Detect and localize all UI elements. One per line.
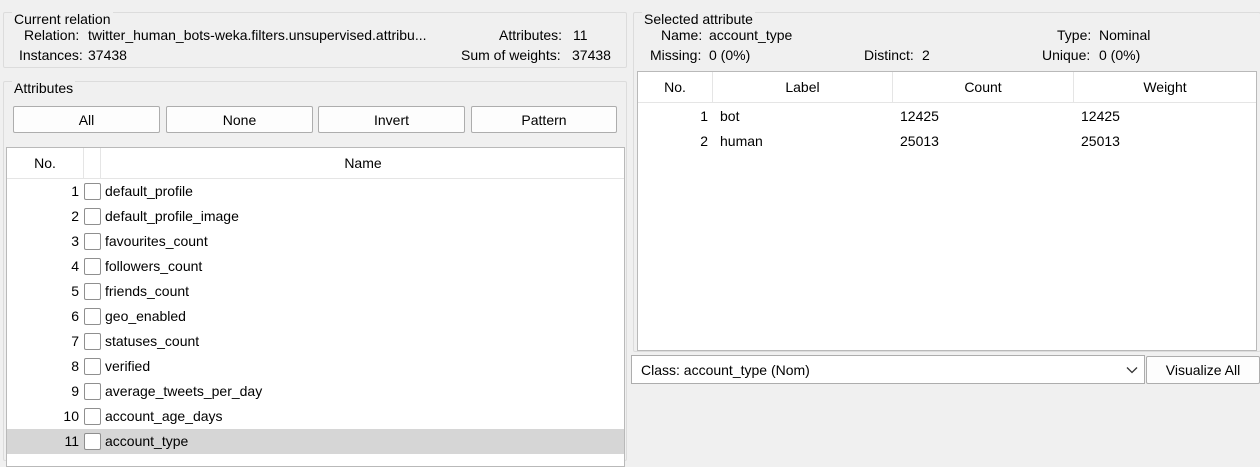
attributes-table-header: No. Name	[7, 148, 624, 179]
table-row[interactable]: 4 followers_count	[7, 254, 624, 279]
row-number: 6	[71, 308, 79, 324]
attr-type-value: Nominal	[1099, 27, 1151, 43]
instances-value: 37438	[88, 47, 127, 63]
column-header-label[interactable]: Label	[713, 72, 893, 103]
row-number: 10	[63, 408, 79, 424]
column-header-name[interactable]: Name	[101, 148, 625, 179]
class-selector-value: Class: account_type (Nom)	[641, 362, 810, 378]
attr-name-label: Name:	[661, 27, 703, 43]
row-number: 3	[71, 233, 79, 249]
select-none-button[interactable]: None	[166, 106, 313, 133]
row-number: 2	[700, 133, 708, 149]
table-row[interactable]: 6 geo_enabled	[7, 304, 624, 329]
class-selector[interactable]: Class: account_type (Nom)	[631, 355, 1145, 384]
attribute-name: account_type	[105, 433, 189, 449]
attribute-checkbox[interactable]	[84, 283, 101, 300]
table-row[interactable]: 8 verified	[7, 354, 624, 379]
row-number: 2	[71, 208, 79, 224]
table-row[interactable]: 5 friends_count	[7, 279, 624, 304]
attr-missing-value: 0 (0%)	[709, 47, 751, 63]
relation-value: twitter_human_bots-weka.filters.unsuperv…	[88, 27, 427, 43]
table-row[interactable]: 3 favourites_count	[7, 229, 624, 254]
row-number: 1	[700, 108, 708, 124]
attribute-name: favourites_count	[105, 233, 208, 249]
instances-label: Instances:	[19, 47, 83, 63]
count-cell: 25013	[900, 133, 939, 149]
attribute-name: statuses_count	[105, 333, 200, 349]
attribute-name: average_tweets_per_day	[105, 383, 263, 399]
label-cell: bot	[720, 108, 740, 124]
row-number: 4	[71, 258, 79, 274]
table-row[interactable]: 9 average_tweets_per_day	[7, 379, 624, 404]
column-header-no[interactable]: No.	[7, 148, 84, 179]
attr-distinct-value: 2	[922, 47, 930, 63]
label-cell: human	[720, 133, 763, 149]
attr-type-label: Type:	[1057, 27, 1092, 43]
attribute-name: account_age_days	[105, 408, 223, 424]
attribute-checkbox[interactable]	[84, 383, 101, 400]
row-number: 7	[71, 333, 79, 349]
table-row[interactable]: 1 bot 12425 12425	[638, 104, 1256, 129]
row-number: 1	[71, 183, 79, 199]
attribute-checkbox[interactable]	[84, 433, 101, 450]
attribute-checkbox[interactable]	[84, 258, 101, 275]
attribute-name: followers_count	[105, 258, 203, 274]
row-number: 5	[71, 283, 79, 299]
column-header-count[interactable]: Count	[893, 72, 1074, 103]
attr-missing-label: Missing:	[650, 47, 702, 63]
attribute-checkbox[interactable]	[84, 408, 101, 425]
relation-label: Relation:	[24, 27, 80, 43]
attribute-name: default_profile	[105, 183, 193, 199]
label-stats-header: No. Label Count Weight	[638, 72, 1256, 103]
attr-unique-label: Unique:	[1042, 47, 1091, 63]
attr-unique-value: 0 (0%)	[1099, 47, 1141, 63]
attribute-checkbox[interactable]	[84, 183, 101, 200]
attribute-name: friends_count	[105, 283, 190, 299]
current-relation-title: Current relation	[12, 11, 113, 27]
table-row[interactable]: 1 default_profile	[7, 179, 624, 204]
sum-weights-label: Sum of weights:	[461, 47, 561, 63]
count-cell: 12425	[900, 108, 939, 124]
attribute-name: verified	[105, 358, 151, 374]
column-header-weight[interactable]: Weight	[1074, 72, 1256, 103]
pattern-button[interactable]: Pattern	[471, 106, 617, 133]
attr-distinct-label: Distinct:	[864, 47, 914, 63]
row-number: 8	[71, 358, 79, 374]
chevron-down-icon	[1126, 367, 1138, 374]
table-row[interactable]: 2 default_profile_image	[7, 204, 624, 229]
table-row[interactable]: 10 account_age_days	[7, 404, 624, 429]
attributes-count-value: 11	[573, 27, 588, 43]
table-row[interactable]: 7 statuses_count	[7, 329, 624, 354]
row-number: 11	[64, 433, 79, 449]
invert-selection-button[interactable]: Invert	[318, 106, 465, 133]
column-header-check	[84, 148, 101, 179]
attributes-title: Attributes	[12, 80, 76, 96]
selected-attribute-title: Selected attribute	[642, 11, 755, 27]
row-number: 9	[71, 383, 79, 399]
attribute-checkbox[interactable]	[84, 333, 101, 350]
attr-name-value: account_type	[709, 27, 793, 43]
attributes-table[interactable]: No. Name 1 default_profile 2 default_profil…	[6, 147, 625, 467]
sum-weights-value: 37438	[572, 47, 611, 63]
attribute-name: default_profile_image	[105, 208, 239, 224]
attribute-checkbox[interactable]	[84, 208, 101, 225]
attribute-checkbox[interactable]	[84, 233, 101, 250]
label-stats-table[interactable]: No. Label Count Weight 1 bot 12425 12425 2 hu…	[637, 71, 1257, 351]
column-header-no[interactable]: No.	[638, 72, 713, 103]
select-all-button[interactable]: All	[13, 106, 160, 133]
table-row[interactable]: 11 account_type	[7, 429, 624, 454]
weight-cell: 12425	[1081, 108, 1120, 124]
weight-cell: 25013	[1081, 133, 1120, 149]
attribute-checkbox[interactable]	[84, 358, 101, 375]
visualize-all-button[interactable]: Visualize All	[1146, 356, 1260, 384]
attributes-count-label: Attributes:	[499, 27, 563, 43]
attribute-name: geo_enabled	[105, 308, 186, 324]
table-row[interactable]: 2 human 25013 25013	[638, 129, 1256, 154]
attribute-checkbox[interactable]	[84, 308, 101, 325]
